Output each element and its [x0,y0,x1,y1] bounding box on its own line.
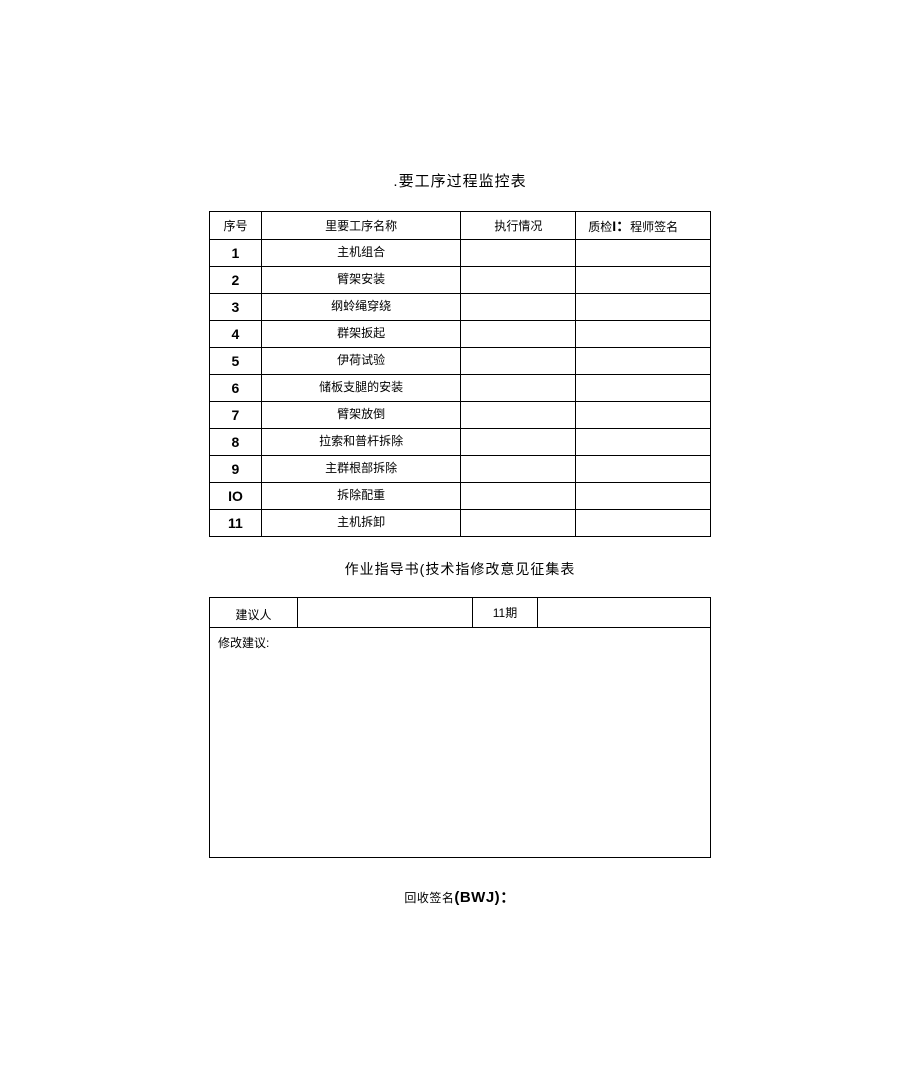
row-name: 储板支腿的安装 [261,375,461,402]
row-name: 臂架安装 [261,267,461,294]
signature-line: 回收签名(BWJ)： [140,886,780,907]
header-suggester: 建议人 [210,598,298,628]
table-row: 4 群架扳起 [210,321,711,348]
row-sign[interactable] [576,294,711,321]
row-exec[interactable] [461,348,576,375]
row-sign[interactable] [576,240,711,267]
row-num: IO [210,483,262,510]
monitoring-table-title: .要工序过程监控表 [140,170,780,191]
feedback-header-row: 建议人 11期 [210,598,711,628]
table-row: 8 拉索和普杆拆除 [210,429,711,456]
row-name: 拆除配重 [261,483,461,510]
table-header-row: 序号 里要工序名称 执行情况 质检I：程师签名 [210,212,711,240]
row-sign[interactable] [576,321,711,348]
sign-prefix: 质检 [588,220,612,234]
row-exec[interactable] [461,321,576,348]
row-sign[interactable] [576,375,711,402]
table-row: 6 储板支腿的安装 [210,375,711,402]
table-row: IO 拆除配重 [210,483,711,510]
table-row: 11 主机拆卸 [210,510,711,537]
row-sign[interactable] [576,456,711,483]
row-sign[interactable] [576,429,711,456]
sign-suffix: 程师签名 [630,220,678,234]
row-exec[interactable] [461,294,576,321]
row-exec[interactable] [461,402,576,429]
row-sign[interactable] [576,348,711,375]
row-name: 伊荷试验 [261,348,461,375]
row-num: 7 [210,402,262,429]
row-name: 拉索和普杆拆除 [261,429,461,456]
table-row: 5 伊荷试验 [210,348,711,375]
row-num: 2 [210,267,262,294]
row-num: 8 [210,429,262,456]
header-seq: 序号 [210,212,262,240]
sig-prefix: 回收签名 [404,891,454,905]
row-sign[interactable] [576,402,711,429]
table-row: 9 主群根部拆除 [210,456,711,483]
sig-bwj: (BWJ)： [454,889,515,906]
table-row: 1 主机组合 [210,240,711,267]
row-exec[interactable] [461,267,576,294]
row-exec[interactable] [461,240,576,267]
table-row: 3 纲蛉绳穿绕 [210,294,711,321]
header-name: 里要工序名称 [261,212,461,240]
row-name: 主机拆卸 [261,510,461,537]
row-name: 主群根部拆除 [261,456,461,483]
row-num: 1 [210,240,262,267]
row-sign[interactable] [576,483,711,510]
row-sign[interactable] [576,267,711,294]
table-row: 2 臂架安装 [210,267,711,294]
row-num: 9 [210,456,262,483]
feedback-table-title: 作业指导书(技术指修改意见征集表 [140,559,780,579]
row-name: 群架扳起 [261,321,461,348]
row-num: 11 [210,510,262,537]
row-sign[interactable] [576,510,711,537]
row-num: 5 [210,348,262,375]
header-sign: 质检I：程师签名 [576,212,711,240]
row-exec[interactable] [461,510,576,537]
sign-i: I： [612,218,630,234]
row-num: 3 [210,294,262,321]
row-name: 纲蛉绳穿绕 [261,294,461,321]
period-field[interactable] [538,598,711,628]
row-exec[interactable] [461,456,576,483]
suggestion-content-cell[interactable]: 修改建议: [210,628,711,858]
row-name: 主机组合 [261,240,461,267]
table-row: 7 臂架放倒 [210,402,711,429]
row-exec[interactable] [461,429,576,456]
header-period: 11期 [473,598,538,628]
row-name: 臂架放倒 [261,402,461,429]
feedback-table: 建议人 11期 修改建议: [209,597,711,858]
row-exec[interactable] [461,483,576,510]
content-label: 修改建议: [218,636,269,650]
row-num: 4 [210,321,262,348]
feedback-content-row: 修改建议: [210,628,711,858]
row-num: 6 [210,375,262,402]
process-monitoring-table: 序号 里要工序名称 执行情况 质检I：程师签名 1 主机组合 2 臂架安装 [209,211,711,537]
header-exec: 执行情况 [461,212,576,240]
suggester-field[interactable] [298,598,473,628]
row-exec[interactable] [461,375,576,402]
